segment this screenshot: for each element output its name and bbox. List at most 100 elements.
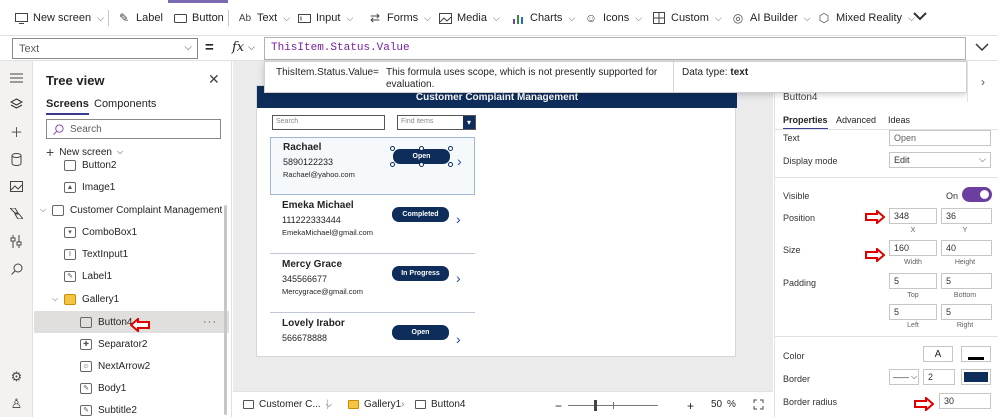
text-color-picker[interactable]: A [923,346,953,362]
button-button[interactable]: Button [173,9,224,27]
padding-left-input[interactable]: 5 [889,304,937,320]
tree-node-customer-complaint-management[interactable]: ⌵ Customer Complaint Management [34,199,229,221]
card-phone[interactable]: 5890122233 [283,157,333,167]
resize-handle[interactable] [390,162,395,167]
tree-search-input[interactable]: Search [46,119,221,139]
tree-node-separator2[interactable]: ✚ Separator2 [34,333,229,355]
size-height-input[interactable]: 40 [941,240,992,256]
zoom-slider-thumb[interactable] [594,400,597,411]
more-options-icon[interactable]: ··· [203,316,217,328]
tab-components[interactable]: Components [94,98,156,110]
card-phone[interactable]: 111222333444 [282,215,341,225]
tree-node-gallery1[interactable]: ⌵ Gallery1 [34,288,229,310]
card-phone[interactable]: 345566677 [282,274,327,284]
border-radius-input[interactable]: 30 [939,393,991,409]
tab-properties[interactable]: Properties [783,115,828,130]
resize-handle[interactable] [419,146,424,151]
breadcrumb-gallery[interactable]: Gallery1 [348,399,401,410]
charts-menu[interactable]: Charts ⌵ [511,9,575,27]
card-email[interactable]: Rachael@yahoo.com [283,170,355,179]
padding-right-input[interactable]: 5 [941,304,992,320]
design-canvas[interactable]: Customer Complaint Management Search Fin… [233,61,773,391]
forms-menu[interactable]: ⇄ Forms ⌵ [368,9,431,27]
advanced-tools-icon[interactable] [8,233,25,250]
custom-menu[interactable]: Custom ⌵ [652,9,722,27]
ai-builder-menu[interactable]: ◎ AI Builder ⌵ [731,9,811,27]
tree-scrollbar[interactable] [224,205,227,415]
card-name[interactable]: Rachael [283,142,321,153]
card-name[interactable]: Lovely Irabor [282,318,345,329]
card-name[interactable]: Emeka Michael [282,200,354,211]
fit-to-window-icon[interactable] [753,399,764,410]
card-email[interactable]: Mercygrace@gmail.com [282,287,363,296]
icons-menu[interactable]: ☺ Icons ⌵ [584,9,642,27]
virtual-agent-icon[interactable]: ♙ [8,395,25,412]
tree-view-icon[interactable] [8,96,25,113]
app-find-items-combobox[interactable]: Find items ▾ [397,115,476,130]
zoom-in-button[interactable]: + [687,399,694,413]
padding-bottom-input[interactable]: 5 [941,273,992,289]
text-property-field[interactable]: Open [889,130,991,146]
position-y-input[interactable]: 36 [941,208,992,224]
label-button[interactable]: ✎ Label [117,9,163,27]
display-mode-dropdown[interactable]: Edit ⌵ [889,152,991,168]
tab-ideas[interactable]: Ideas [888,115,910,125]
card-phone[interactable]: 566678888 [282,333,327,343]
search-icon[interactable] [8,260,25,277]
close-icon[interactable]: ✕ [208,71,220,88]
data-icon[interactable] [8,151,25,168]
hamburger-menu-icon[interactable] [8,69,25,86]
gallery-card[interactable]: Lovely Irabor 566678888 Open › [270,314,475,372]
power-automate-icon[interactable] [8,205,25,222]
padding-top-input[interactable]: 5 [889,273,937,289]
media-icon[interactable] [8,178,25,195]
size-width-input[interactable]: 160 [889,240,937,256]
tree-node-body1[interactable]: ✎ Body1 [34,377,229,399]
input-menu[interactable]: Input ⌵ [297,9,353,27]
text-menu[interactable]: Ab Text ⌵ [238,9,290,27]
formula-input[interactable]: ThisItem.Status.Value [264,37,966,60]
status-button[interactable]: In Progress [392,266,449,281]
tree-node-combobox1[interactable]: ▾ ComboBox1 [34,221,229,243]
chevron-right-icon[interactable]: › [456,331,461,347]
gallery-card[interactable]: Mercy Grace 345566677 Mercygrace@gmail.c… [270,255,475,313]
breadcrumb-button[interactable]: Button4 [415,399,465,410]
border-style-dropdown[interactable]: —— ⌵ [889,369,919,385]
new-screen-button[interactable]: New screen ⌵ [14,9,104,27]
tree-node-image1[interactable]: ▲ Image1 [34,176,229,198]
app-search-input[interactable]: Search [272,115,385,130]
tab-screens[interactable]: Screens [46,98,89,115]
resize-handle[interactable] [448,162,453,167]
chevron-right-icon[interactable]: › [457,153,462,169]
tree-node-label1[interactable]: ✎ Label1 [34,265,229,287]
formula-expand-button[interactable] [975,41,989,55]
chevron-right-icon[interactable]: › [456,211,461,227]
status-button[interactable]: Open [392,325,449,340]
card-name[interactable]: Mercy Grace [282,259,342,270]
breadcrumb-screen[interactable]: Customer C... ⌵ [243,399,332,410]
resize-handle[interactable] [390,146,395,151]
properties-expand-button[interactable]: › [967,61,998,102]
position-x-input[interactable]: 348 [889,208,937,224]
tree-node-textinput1[interactable]: I TextInput1 [34,243,229,265]
app-screen-preview[interactable]: Customer Complaint Management Search Fin… [256,85,737,357]
border-thickness-input[interactable]: 2 [923,369,955,385]
mixed-reality-menu[interactable]: ⬡ Mixed Reality ⌵ [817,9,915,27]
fx-button[interactable]: fx ⌵ [232,40,255,55]
media-menu[interactable]: Media ⌵ [438,9,500,27]
chevron-right-icon[interactable]: › [456,270,461,286]
resize-handle[interactable] [448,146,453,151]
insert-icon[interactable]: ＋ [8,123,25,140]
border-color-picker[interactable] [961,369,991,385]
zoom-out-button[interactable]: − [555,399,562,413]
tree-node-button2[interactable]: Button2 [34,154,229,176]
ribbon-overflow-button[interactable] [913,9,927,27]
tab-advanced[interactable]: Advanced [836,115,876,125]
tree-node-nextarrow2[interactable]: ☺ NextArrow2 [34,355,229,377]
visible-toggle[interactable] [962,187,992,202]
gallery-card[interactable]: Rachael 5890122233 Rachael@yahoo.com Ope… [270,137,475,195]
status-button[interactable]: Completed [392,207,449,222]
fill-color-picker[interactable] [961,346,991,362]
card-email[interactable]: EmekaMichael@gmail.com [282,228,373,237]
property-dropdown[interactable]: Text ⌵ [12,38,198,59]
